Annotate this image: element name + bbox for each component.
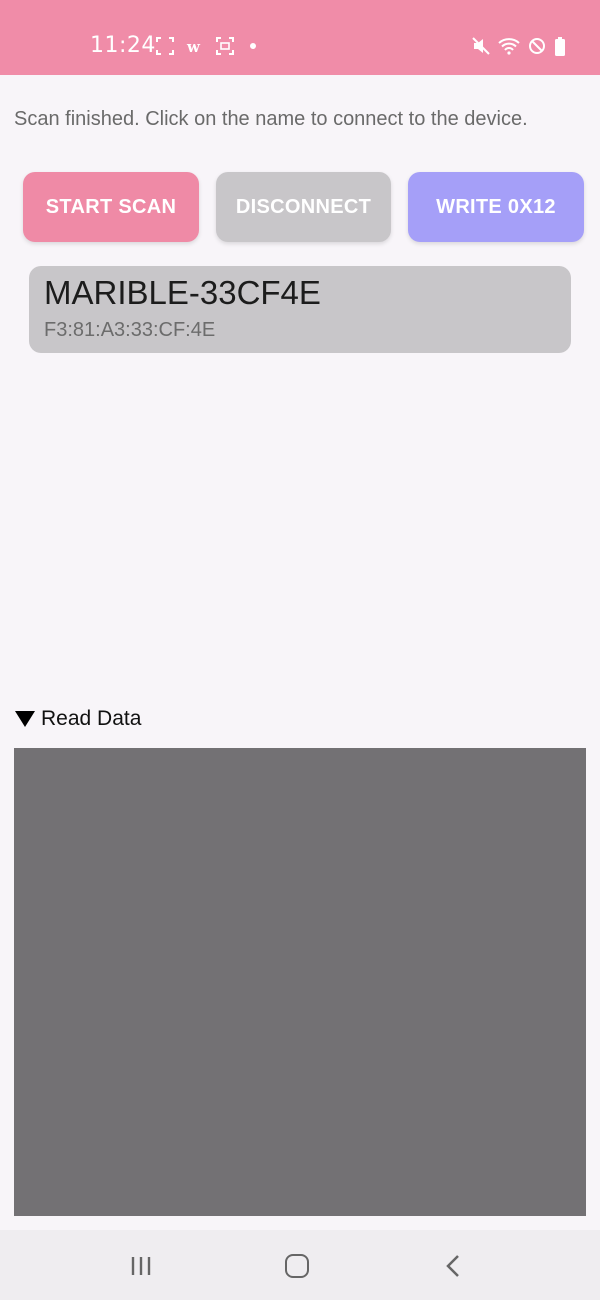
recent-apps-icon[interactable] — [130, 1255, 152, 1277]
navigation-bar — [0, 1230, 600, 1300]
scan-status-message: Scan finished. Click on the name to conn… — [14, 108, 528, 130]
svg-text:w: w — [186, 38, 201, 55]
start-scan-button[interactable]: START SCAN — [23, 172, 199, 242]
back-icon[interactable] — [444, 1254, 464, 1278]
write-button[interactable]: WRITE 0X12 — [408, 172, 584, 242]
status-time: 11:24 — [90, 33, 156, 58]
read-data-area — [14, 748, 586, 1216]
home-icon[interactable] — [285, 1254, 309, 1278]
status-left-icons: w — [156, 34, 256, 58]
read-data-label: Read Data — [41, 707, 142, 730]
read-data-toggle[interactable]: Read Data — [15, 707, 141, 731]
do-not-disturb-icon — [528, 37, 546, 55]
w-app-icon: w — [186, 37, 204, 56]
wifi-icon — [498, 37, 520, 55]
battery-icon — [554, 37, 566, 56]
mute-icon — [472, 37, 490, 55]
disconnect-button[interactable]: DISCONNECT — [216, 172, 391, 242]
screenshot-frame-icon — [156, 37, 174, 55]
device-address: F3:81:A3:33:CF:4E — [44, 319, 216, 341]
device-name[interactable]: MARIBLE-33CF4E — [44, 274, 321, 312]
device-list-item[interactable]: MARIBLE-33CF4E F3:81:A3:33:CF:4E — [29, 266, 571, 353]
screen-record-icon — [216, 37, 234, 55]
status-right-icons — [472, 34, 566, 58]
status-bar: 11:24 w — [0, 0, 600, 75]
expand-triangle-icon — [15, 711, 35, 727]
notification-dot-icon — [250, 43, 256, 49]
